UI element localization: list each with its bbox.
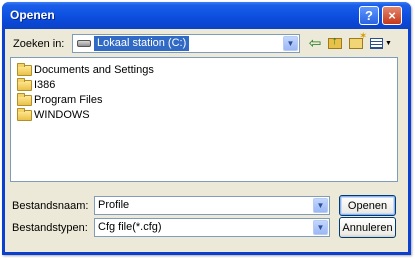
list-item[interactable]: WINDOWS [17, 107, 90, 122]
up-one-level-icon [328, 35, 342, 49]
views-menu-icon [370, 37, 384, 49]
filetype-value: Cfg file(*.cfg) [98, 221, 162, 233]
back-button[interactable]: ⇦ [306, 34, 324, 52]
look-in-value: Lokaal station (C:) [94, 36, 190, 51]
filetype-select[interactable]: Cfg file(*.cfg) ▼ [94, 218, 330, 237]
help-icon: ? [365, 8, 373, 23]
new-folder-icon [349, 31, 367, 49]
chevron-down-icon: ▼ [286, 39, 295, 48]
look-in-combobox[interactable]: Lokaal station (C:) ▼ [72, 34, 300, 53]
look-in-dropdown-button[interactable]: ▼ [283, 36, 298, 51]
list-item[interactable]: I386 [17, 77, 56, 92]
list-item[interactable]: Documents and Settings [17, 62, 154, 77]
file-name: Program Files [34, 94, 103, 106]
chevron-down-icon: ▼ [316, 201, 325, 210]
filetype-label: Bestandstypen: [12, 222, 88, 234]
filename-label: Bestandsnaam: [12, 200, 89, 212]
filename-value: Profile [98, 199, 130, 211]
look-in-label: Zoeken in: [13, 38, 65, 50]
filename-dropdown-button[interactable]: ▼ [313, 198, 328, 213]
back-arrow-icon: ⇦ [308, 35, 322, 52]
up-one-level-button[interactable] [326, 34, 344, 52]
close-button[interactable]: × [382, 6, 402, 25]
folder-icon [17, 92, 32, 106]
help-button[interactable]: ? [359, 6, 379, 25]
file-name: Documents and Settings [34, 64, 154, 76]
filetype-dropdown-button[interactable]: ▼ [313, 220, 328, 235]
list-item[interactable]: Program Files [17, 92, 103, 107]
file-name: WINDOWS [34, 109, 90, 121]
folder-icon [17, 62, 32, 76]
file-name: I386 [34, 79, 56, 91]
file-list[interactable]: Documents and Settings I386 Program File… [10, 57, 398, 182]
new-folder-button[interactable] [347, 31, 367, 52]
filename-combobox[interactable]: Profile ▼ [94, 196, 330, 215]
chevron-down-icon: ▼ [385, 39, 392, 47]
cancel-button[interactable]: Annuleren [339, 217, 396, 238]
drive-icon [77, 40, 91, 47]
chevron-down-icon: ▼ [316, 223, 325, 232]
folder-icon [17, 77, 32, 91]
title-bar[interactable]: Openen ? × [2, 2, 411, 29]
views-menu-button[interactable]: ▼ [368, 34, 394, 52]
window-title: Openen [10, 8, 55, 22]
folder-icon [17, 107, 32, 121]
open-button[interactable]: Openen [339, 195, 396, 216]
close-icon: × [388, 8, 396, 23]
